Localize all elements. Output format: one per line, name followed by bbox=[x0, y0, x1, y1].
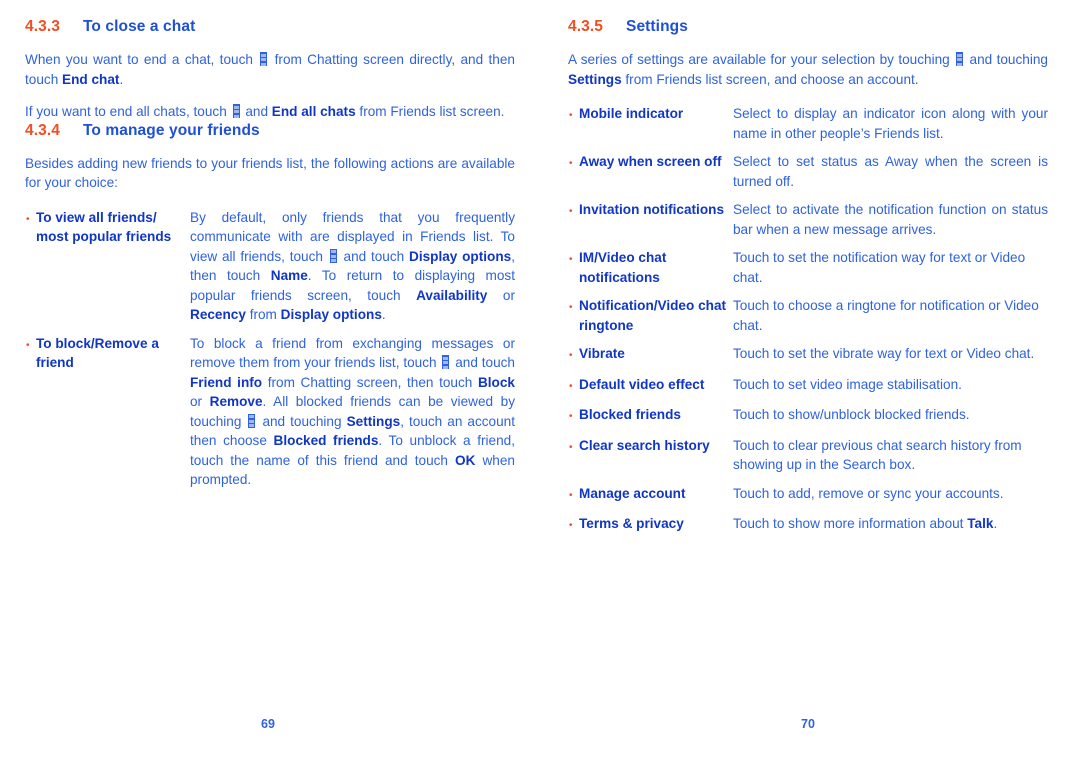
page-number-right: 70 bbox=[801, 717, 815, 731]
bullet-icon bbox=[568, 514, 579, 536]
emphasis-text: Recency bbox=[190, 307, 246, 322]
overflow-menu-icon bbox=[248, 413, 256, 428]
definition-description: Select to activate the notification func… bbox=[733, 202, 1048, 237]
definition-term: Mobile indicator bbox=[579, 106, 684, 121]
emphasis-text: OK bbox=[455, 452, 476, 468]
definition-term: IM/Video chat notifications bbox=[579, 250, 667, 285]
body-paragraph: Besides adding new friends to your frien… bbox=[25, 155, 515, 191]
definition-description: By default, only friends that you freque… bbox=[190, 209, 515, 323]
definition-term: Blocked friends bbox=[579, 407, 681, 422]
definition-description: Touch to set the notification way for te… bbox=[733, 250, 1026, 285]
body-paragraph: If you want to end all chats, touch and … bbox=[25, 104, 505, 119]
emphasis-text: Friend info bbox=[190, 374, 263, 390]
bullet-icon bbox=[568, 405, 579, 427]
section-heading: 4.3.5 Settings bbox=[568, 18, 1048, 36]
definition-row: To block/Remove a friend To block a frien… bbox=[25, 334, 515, 490]
definition-list: Mobile indicator Select to display an ind… bbox=[568, 104, 1048, 536]
bullet-icon bbox=[568, 436, 579, 458]
emphasis-text: Blocked friends bbox=[273, 433, 379, 448]
emphasis-text: Display options bbox=[409, 248, 512, 264]
emphasis-text: Remove bbox=[209, 394, 263, 409]
emphasis-text: End chat bbox=[62, 71, 120, 87]
definition-term: Invitation notifications bbox=[579, 202, 724, 217]
definition-description: Touch to add, remove or sync your accoun… bbox=[733, 485, 1004, 501]
definition-description: Touch to set the vibrate way for text or… bbox=[733, 346, 1035, 361]
definition-term: Notification/Video chat ringtone bbox=[579, 298, 727, 333]
definition-description: Select to set status as Away when the sc… bbox=[733, 154, 1048, 189]
definition-row: Notification/Video chat ringtoneTouch to… bbox=[568, 296, 1048, 335]
emphasis-text: Availability bbox=[416, 287, 488, 303]
left-page-column: 4.3.3 To close a chat When you want to end… bbox=[25, 18, 515, 499]
definition-row: Terms & privacy Touch to show more inform… bbox=[568, 514, 1048, 536]
right-page-column: 4.3.5 Settings A series of settings are av… bbox=[568, 18, 1048, 545]
emphasis-text: Settings bbox=[346, 413, 401, 429]
definition-description: Touch to choose a ringtone for notificat… bbox=[733, 298, 1039, 333]
bullet-icon bbox=[568, 104, 579, 126]
emphasis-text: Display options bbox=[280, 307, 382, 322]
emphasis-text: Block bbox=[477, 374, 515, 390]
definition-term: Away when screen off bbox=[579, 154, 722, 169]
definition-description: Touch to show/unblock blocked friends. bbox=[733, 407, 970, 422]
overflow-menu-icon bbox=[442, 355, 450, 369]
manual-page-spread: 4.3.3 To close a chat When you want to end… bbox=[0, 0, 1080, 767]
overflow-menu-icon bbox=[260, 52, 268, 66]
section-number: 4.3.3 bbox=[25, 18, 60, 35]
section-heading: 4.3.3 To close a chat bbox=[25, 18, 515, 36]
bullet-icon bbox=[568, 152, 579, 174]
definition-row: Manage account Touch to add, remove or sy… bbox=[568, 484, 1048, 506]
section-number: 4.3.5 bbox=[568, 18, 603, 35]
definition-term: Clear search history bbox=[579, 437, 710, 453]
definition-row: Clear search history Touch to clear previ… bbox=[568, 436, 1048, 475]
definition-row: Vibrate Touch to set the vibrate way for … bbox=[568, 344, 1048, 366]
overflow-menu-icon bbox=[232, 104, 240, 118]
bullet-icon bbox=[568, 200, 579, 222]
bullet-icon bbox=[568, 344, 579, 366]
definition-description: Select to display an indicator icon alon… bbox=[733, 106, 1048, 141]
definition-row: Mobile indicator Select to display an ind… bbox=[568, 104, 1048, 143]
definition-row: To view all friends/ most popular friend… bbox=[25, 208, 515, 325]
definition-term: Default video effect bbox=[579, 376, 705, 392]
definition-row: Blocked friends Touch to show/unblock blo… bbox=[568, 405, 1048, 427]
emphasis-text: Talk bbox=[967, 516, 994, 531]
body-paragraph: A series of settings are available for y… bbox=[568, 52, 1048, 87]
section-title: Settings bbox=[626, 18, 688, 35]
definition-description: Touch to set video image stabilisation. bbox=[733, 376, 962, 392]
definition-row: Invitation notifications Select to activa… bbox=[568, 200, 1048, 239]
page-number-left: 69 bbox=[261, 717, 275, 731]
definition-description: Touch to show more information about Tal… bbox=[733, 516, 998, 531]
bullet-icon bbox=[568, 375, 579, 397]
definition-term: To view all friends/ most popular friend… bbox=[36, 209, 172, 245]
bullet-icon bbox=[568, 248, 579, 270]
definition-description: To block a friend from exchanging messag… bbox=[190, 335, 516, 488]
bullet-icon bbox=[25, 208, 36, 230]
definition-term: Terms & privacy bbox=[579, 516, 684, 531]
section-number: 4.3.4 bbox=[25, 121, 60, 139]
section-title: To manage your friends bbox=[83, 121, 260, 139]
definition-row: Away when screen off Select to set status… bbox=[568, 152, 1048, 191]
overflow-menu-icon bbox=[956, 52, 964, 66]
definition-row: Default video effect Touch to set video i… bbox=[568, 375, 1048, 397]
definition-term: To block/Remove a friend bbox=[36, 335, 159, 371]
emphasis-text: Name bbox=[270, 268, 308, 283]
section-title: To close a chat bbox=[83, 18, 196, 35]
section-heading: 4.3.4 To manage your friends bbox=[25, 122, 515, 140]
bullet-icon bbox=[568, 484, 579, 506]
body-paragraph: When you want to end a chat, touch from … bbox=[25, 52, 515, 87]
definition-term: Vibrate bbox=[579, 346, 625, 361]
definition-description: Touch to clear previous chat search hist… bbox=[733, 437, 1022, 473]
emphasis-text: Settings bbox=[568, 71, 622, 87]
bullet-icon bbox=[25, 334, 36, 356]
definition-term: Manage account bbox=[579, 485, 686, 501]
overflow-menu-icon bbox=[329, 248, 337, 263]
emphasis-text: End all chats bbox=[271, 104, 356, 119]
definition-row: IM/Video chat notifications Touch to set … bbox=[568, 248, 1048, 287]
definition-list: To view all friends/ most popular friend… bbox=[25, 208, 515, 490]
bullet-icon bbox=[568, 296, 579, 318]
